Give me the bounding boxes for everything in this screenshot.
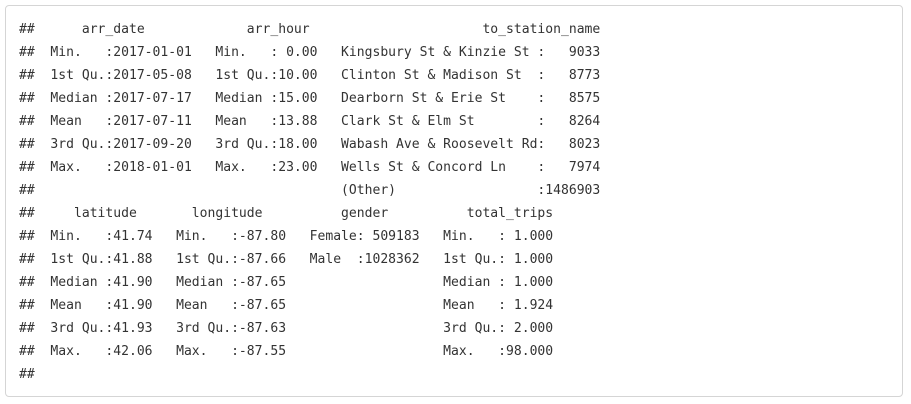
summary-output: ## arr_date arr_hour to_station_name ## …: [19, 18, 616, 386]
output-line: ##: [19, 367, 35, 382]
output-line: ## Median :2017-07-17 Median :15.00 Dear…: [19, 91, 616, 106]
output-line: ## 3rd Qu.:2017-09-20 3rd Qu.:18.00 Waba…: [19, 137, 616, 152]
output-line: ## arr_date arr_hour to_station_name: [19, 22, 616, 37]
output-line: ## Max. :42.06 Max. :-87.55 Max. :98.000: [19, 344, 569, 359]
output-line: ## Mean :41.90 Mean :-87.65 Mean : 1.924: [19, 298, 569, 313]
output-line: ## (Other) :1486903: [19, 183, 616, 198]
output-line: ## Min. :2017-01-01 Min. : 0.00 Kingsbur…: [19, 45, 616, 60]
output-line: ## 3rd Qu.:41.93 3rd Qu.:-87.63 3rd Qu.:…: [19, 321, 569, 336]
output-line: ## Max. :2018-01-01 Max. :23.00 Wells St…: [19, 160, 616, 175]
output-line: ## Min. :41.74 Min. :-87.80 Female: 5091…: [19, 229, 569, 244]
output-line: ## Median :41.90 Median :-87.65 Median :…: [19, 275, 569, 290]
output-line: ## 1st Qu.:2017-05-08 1st Qu.:10.00 Clin…: [19, 68, 616, 83]
output-line: ## 1st Qu.:41.88 1st Qu.:-87.66 Male :10…: [19, 252, 569, 267]
output-line: ## Mean :2017-07-11 Mean :13.88 Clark St…: [19, 114, 616, 129]
console-output-block: ## arr_date arr_hour to_station_name ## …: [5, 5, 903, 397]
output-line: ## latitude longitude gender total_trips: [19, 206, 585, 221]
